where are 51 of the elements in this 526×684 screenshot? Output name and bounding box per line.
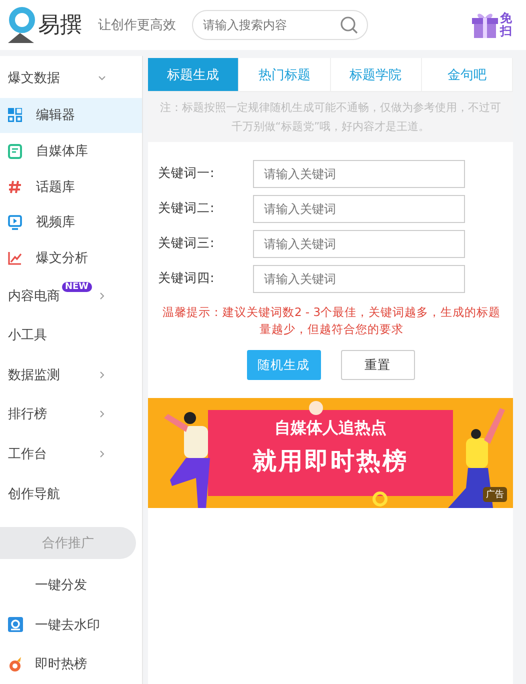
new-badge: NEW bbox=[62, 282, 92, 292]
search-field[interactable]: 请输入搜索内容 bbox=[192, 10, 368, 40]
nav-link[interactable]: 即时热榜 bbox=[0, 644, 142, 684]
field-label: 关键词四: bbox=[158, 270, 216, 287]
hint-text: 温馨提示：建议关键词数2 - 3个最佳，关键词越多，生成的标题量越少，但越符合您的要求 bbox=[161, 304, 502, 338]
chevron-right-icon bbox=[98, 370, 106, 379]
field-label: 关键词三: bbox=[158, 235, 216, 252]
ad-banner[interactable]: 自媒体人追热点 就用即时热榜 广告 bbox=[148, 398, 513, 508]
field-label: 关键词二: bbox=[158, 200, 216, 217]
nav-subitem[interactable]: 话题库 bbox=[0, 168, 142, 205]
chevron-right-icon bbox=[98, 292, 106, 300]
grid-icon bbox=[8, 108, 22, 122]
field-label: 关键词一: bbox=[158, 165, 216, 182]
document-icon bbox=[8, 144, 22, 159]
nav-item[interactable]: 排行榜 bbox=[0, 394, 142, 434]
keyword-input[interactable]: 请输入关键词 bbox=[253, 230, 465, 258]
chevron-right-icon bbox=[98, 450, 106, 458]
video-icon bbox=[8, 214, 22, 230]
chevron-right-icon bbox=[98, 410, 106, 418]
nav-link[interactable]: 一键去水印 bbox=[0, 604, 142, 644]
promo-text[interactable]: 免 bbox=[500, 12, 512, 25]
hash-icon bbox=[8, 180, 22, 194]
brand-name: 易撰 bbox=[38, 12, 82, 40]
nav-subitem[interactable]: 编辑器 bbox=[0, 98, 142, 134]
nav-item[interactable]: 数据监测 bbox=[0, 355, 142, 395]
nav-item[interactable]: 创作导航 bbox=[0, 474, 142, 514]
camera-icon bbox=[8, 617, 23, 632]
nav-subitem[interactable]: 自媒体库 bbox=[0, 133, 142, 169]
gift-icon[interactable] bbox=[472, 11, 498, 39]
keyword-input[interactable]: 请输入关键词 bbox=[253, 160, 465, 188]
search-icon[interactable] bbox=[340, 16, 358, 34]
nav-item[interactable]: 小工具 bbox=[0, 315, 142, 356]
logo-icon bbox=[6, 7, 36, 43]
slogan: 让创作更高效 bbox=[98, 17, 176, 34]
nav-subitem[interactable]: 视频库 bbox=[0, 204, 142, 240]
banner-slogan: 就用即时热榜 bbox=[252, 446, 408, 477]
keyword-input[interactable]: 请输入关键词 bbox=[253, 194, 465, 222]
reset-button[interactable]: 重置 bbox=[340, 350, 414, 380]
nav-item[interactable]: 工作台 bbox=[0, 434, 142, 474]
nav-item[interactable]: 内容电商 NEW bbox=[0, 276, 142, 316]
line-chart-icon bbox=[8, 250, 22, 265]
ad-label: 广告 bbox=[483, 487, 507, 502]
keyword-input[interactable]: 请输入关键词 bbox=[253, 264, 465, 292]
nav-link[interactable]: 一键分发 bbox=[0, 565, 142, 605]
nav-item[interactable]: 爆文数据 bbox=[0, 58, 142, 98]
chevron-down-icon bbox=[98, 74, 106, 82]
note-text: 注：标题按照一定规律随机生成可能不通畅，仅做为参考使用，不过可千万别做“标题党”哦，好内容才是王道。 bbox=[159, 100, 502, 135]
section-label: 合作推广 bbox=[0, 527, 136, 560]
banner-headline: 自媒体人追热点 bbox=[274, 418, 386, 439]
nav-subitem[interactable]: 爆文分析 bbox=[0, 240, 142, 276]
promo-text[interactable]: 扫 bbox=[500, 25, 512, 38]
